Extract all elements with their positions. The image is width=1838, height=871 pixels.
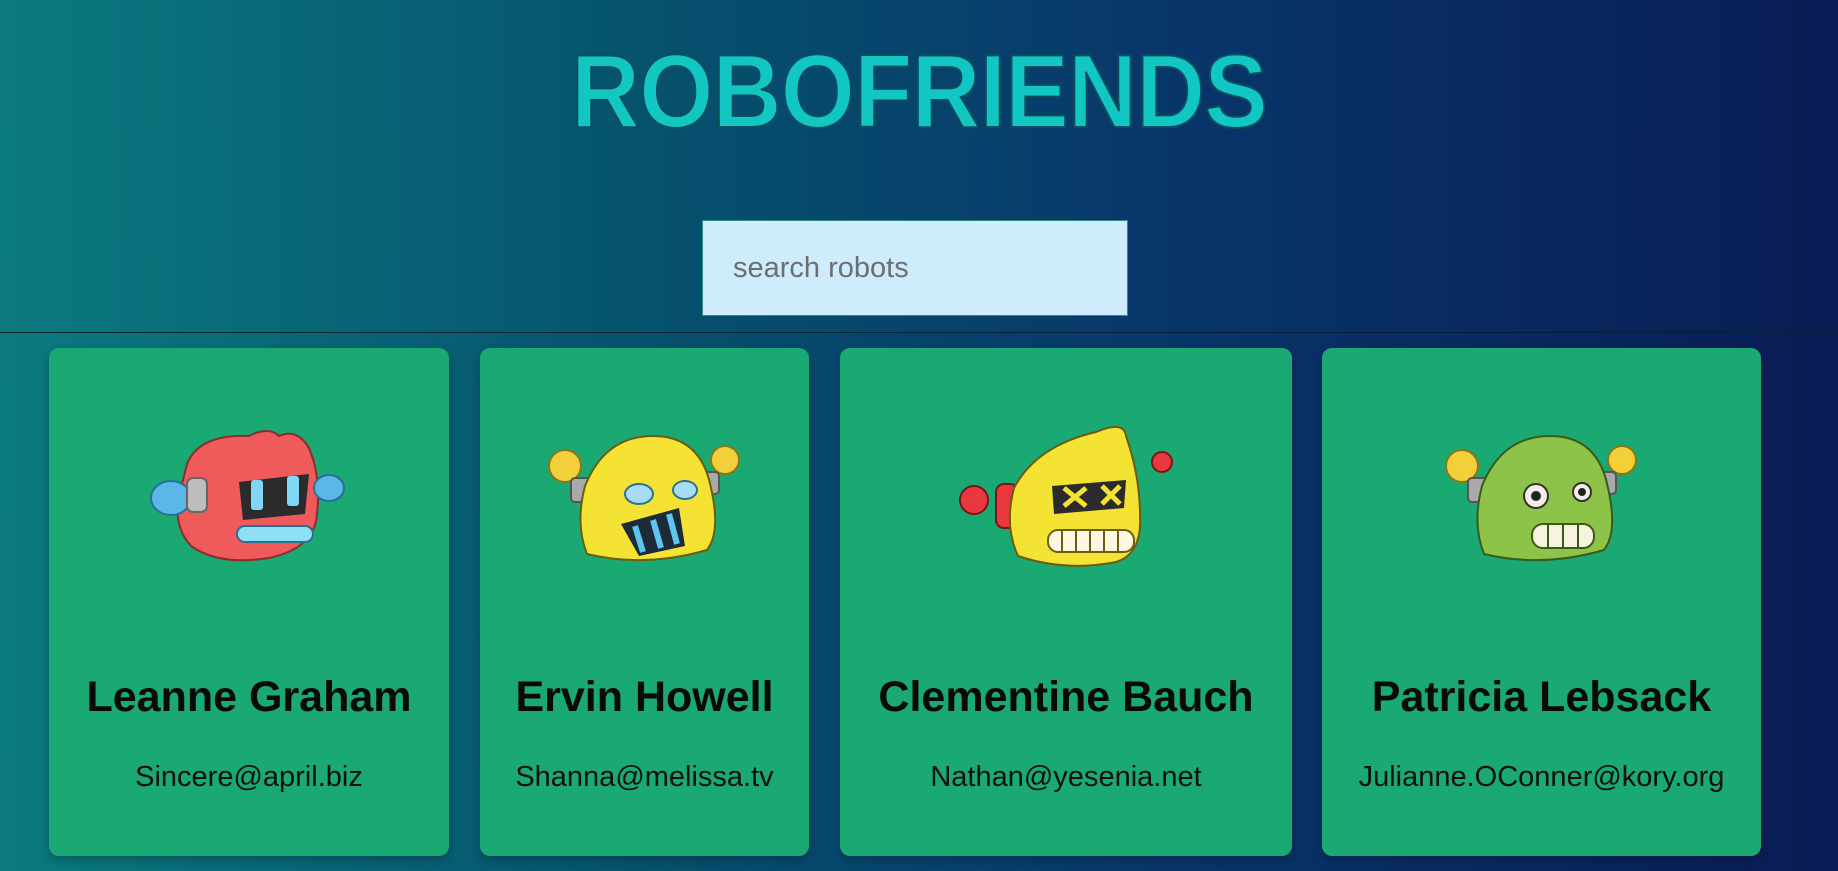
robot-green-icon — [1444, 434, 1637, 562]
robot-card[interactable]: Clementine Bauch Nathan@yesenia.net — [840, 348, 1292, 856]
robot-email: Julianne.OConner@kory.org — [1358, 761, 1725, 793]
app-title: ROBOFRIENDS — [0, 38, 1838, 138]
robot-email: Nathan@yesenia.net — [930, 761, 1202, 793]
page-header: ROBOFRIENDS — [0, 0, 1838, 333]
robot-yellow-icon — [959, 425, 1173, 567]
robot-card[interactable]: Patricia Lebsack Julianne.OConner@kory.o… — [1322, 348, 1761, 856]
robot-yellow-icon — [547, 434, 740, 562]
robot-name: Leanne Graham — [86, 673, 412, 721]
app-title-text: ROBOFRIENDS — [571, 38, 1267, 138]
robot-card[interactable]: Ervin Howell Shanna@melissa.tv — [480, 348, 809, 856]
robot-email: Shanna@melissa.tv — [515, 761, 774, 793]
robot-name: Ervin Howell — [515, 673, 774, 721]
app-title-logo: ROBOFRIENDS — [570, 38, 1269, 138]
search-input[interactable] — [702, 220, 1128, 316]
robot-card[interactable]: Leanne Graham Sincere@april.biz — [49, 348, 449, 856]
robot-name: Patricia Lebsack — [1371, 673, 1712, 721]
robot-red-icon — [150, 430, 345, 562]
robot-name: Clementine Bauch — [878, 673, 1254, 721]
robot-email: Sincere@april.biz — [135, 761, 363, 793]
